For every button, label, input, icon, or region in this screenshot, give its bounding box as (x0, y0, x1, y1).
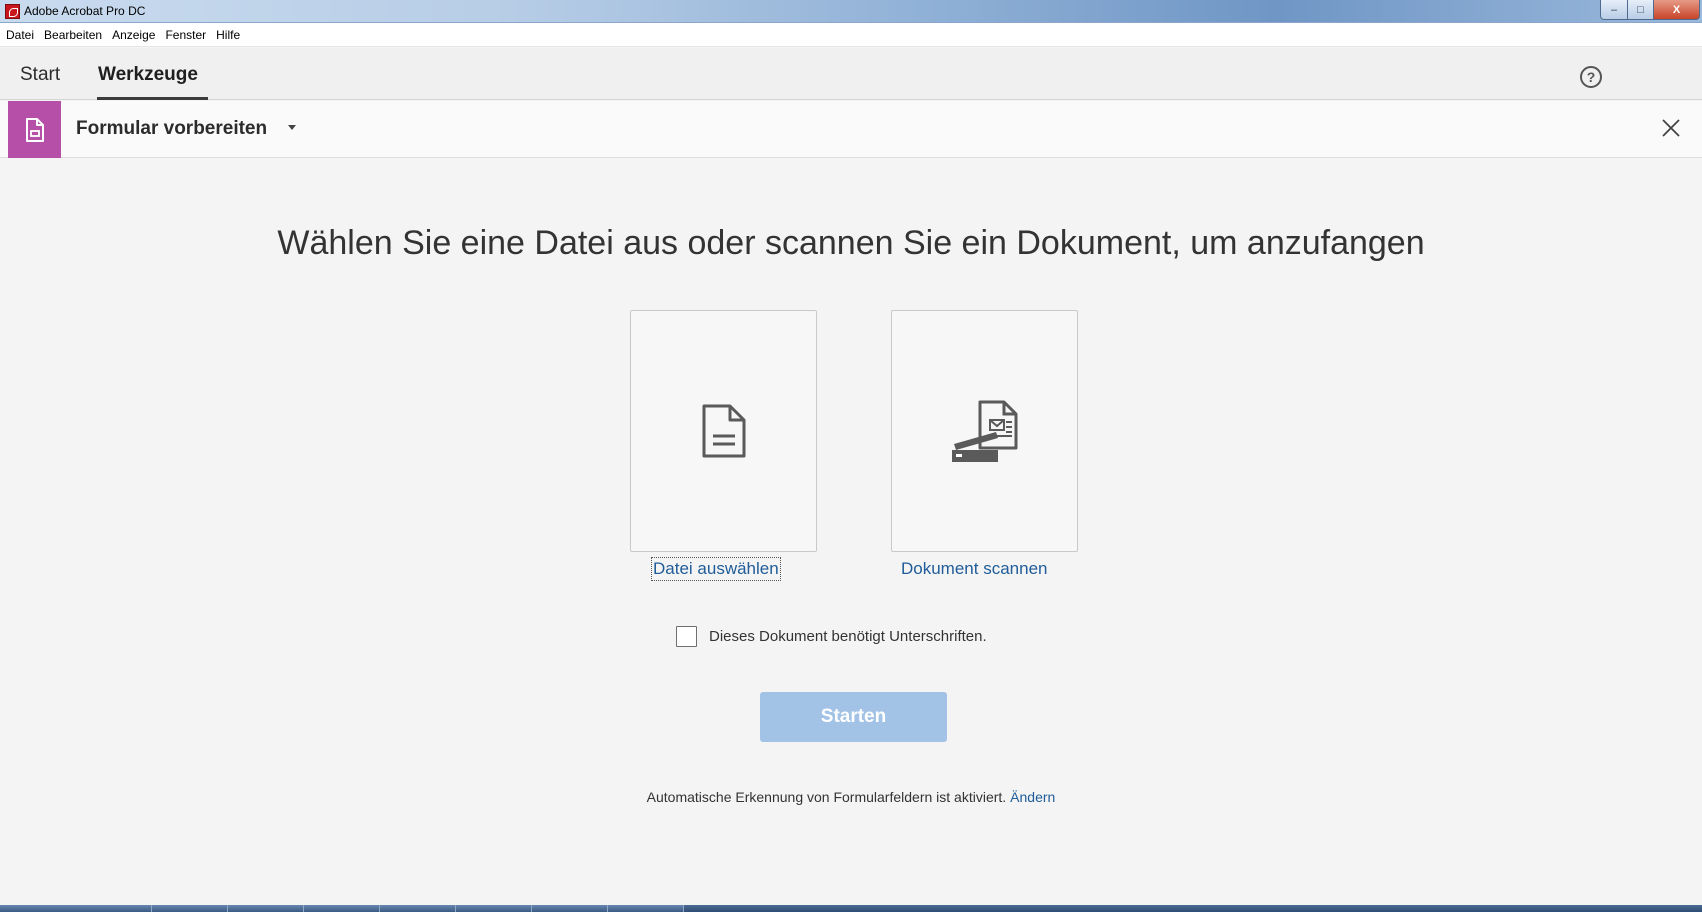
signature-checkbox[interactable] (676, 626, 697, 647)
menu-datei[interactable]: Datei (2, 28, 38, 42)
menu-fenster[interactable]: Fenster (161, 28, 210, 42)
choose-file-card[interactable] (630, 310, 817, 552)
tab-start[interactable]: Start (20, 64, 60, 86)
acrobat-icon (5, 4, 20, 19)
taskbar-item[interactable] (304, 905, 380, 912)
form-icon (8, 101, 61, 158)
tool-header: Formular vorbereiten (0, 101, 1702, 158)
taskbar-item[interactable] (532, 905, 608, 912)
window-title: Adobe Acrobat Pro DC (24, 4, 146, 18)
choose-file-link[interactable]: Datei auswählen (651, 557, 781, 581)
menu-bar: Datei Bearbeiten Anzeige Fenster Hilfe (0, 23, 1702, 47)
taskbar-item[interactable] (0, 905, 152, 912)
menu-hilfe[interactable]: Hilfe (212, 28, 244, 42)
taskbar (0, 905, 1702, 912)
signature-checkbox-row: Dieses Dokument benötigt Unterschriften. (676, 626, 987, 647)
start-button[interactable]: Starten (760, 692, 947, 742)
tab-werkzeuge[interactable]: Werkzeuge (98, 64, 198, 86)
maximize-button[interactable]: □ (1628, 0, 1654, 20)
autodetect-note: Automatische Erkennung von Formularfelde… (0, 789, 1702, 805)
minimize-button[interactable]: – (1600, 0, 1628, 20)
page-headline: Wählen Sie eine Datei aus oder scannen S… (0, 224, 1702, 263)
taskbar-item[interactable] (608, 905, 684, 912)
taskbar-item[interactable] (456, 905, 532, 912)
autodetect-text: Automatische Erkennung von Formularfelde… (646, 789, 1007, 805)
help-icon[interactable]: ? (1580, 66, 1602, 88)
tab-bar: Start Werkzeuge (0, 48, 1702, 100)
taskbar-item[interactable] (228, 905, 304, 912)
headline-text: Wählen Sie eine Datei aus oder scannen S… (277, 224, 1425, 262)
close-icon (1662, 119, 1680, 137)
document-icon (702, 404, 745, 458)
close-tool-button[interactable] (1658, 115, 1684, 141)
chevron-down-icon[interactable] (288, 125, 296, 130)
signature-checkbox-label[interactable]: Dieses Dokument benötigt Unterschriften. (709, 628, 987, 645)
taskbar-item[interactable] (152, 905, 228, 912)
active-tab-indicator (97, 97, 208, 100)
scan-document-card[interactable] (891, 310, 1078, 552)
menu-bearbeiten[interactable]: Bearbeiten (40, 28, 106, 42)
tool-title[interactable]: Formular vorbereiten (76, 118, 267, 140)
title-bar: Adobe Acrobat Pro DC – □ X (0, 0, 1702, 23)
menu-anzeige[interactable]: Anzeige (108, 28, 159, 42)
change-link[interactable]: Ändern (1010, 789, 1055, 805)
scan-document-link[interactable]: Dokument scannen (901, 557, 1047, 581)
taskbar-item[interactable] (380, 905, 456, 912)
window-controls: – □ X (1600, 0, 1700, 21)
scanner-icon (951, 400, 1017, 462)
close-window-button[interactable]: X (1654, 0, 1700, 20)
